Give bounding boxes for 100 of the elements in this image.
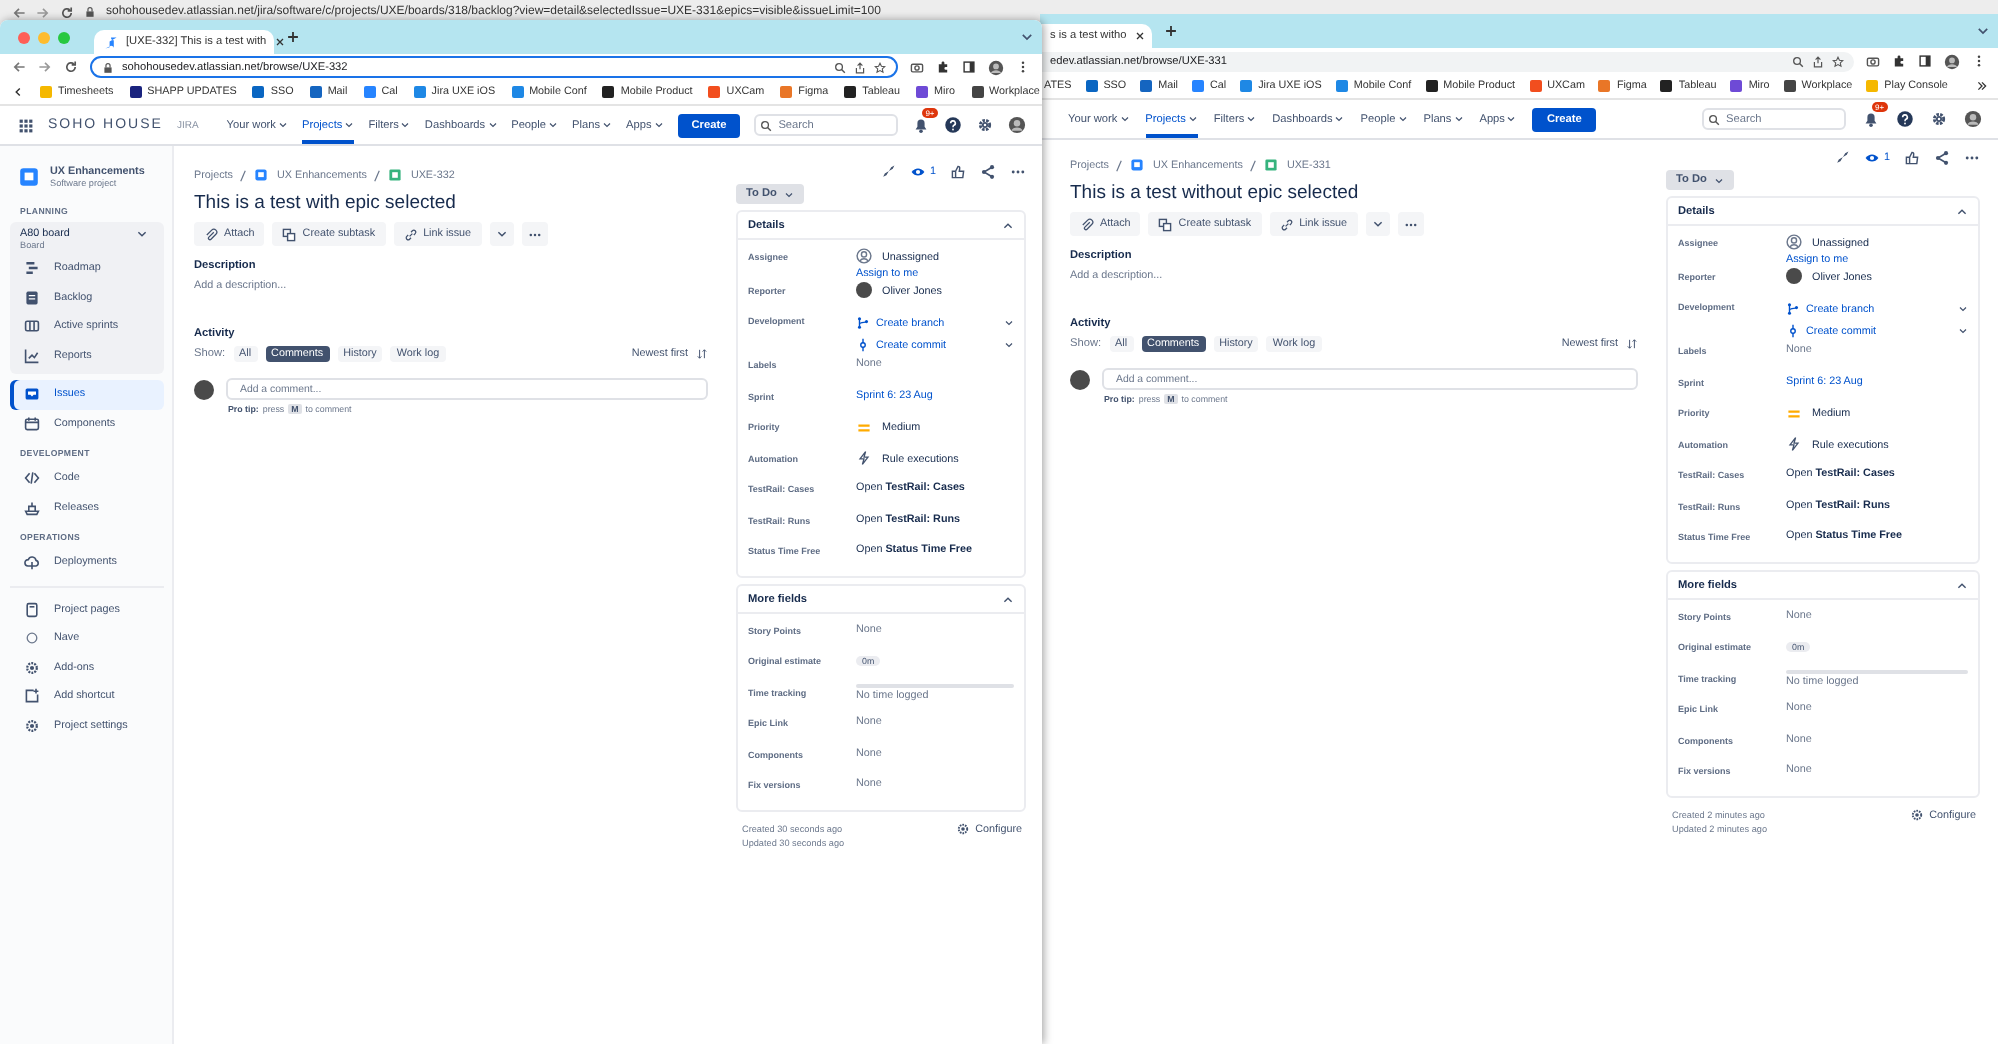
caret-icon[interactable] bbox=[1004, 339, 1014, 349]
commit-icon bbox=[856, 337, 870, 351]
bookmark-icon bbox=[602, 86, 615, 98]
collapse-icon[interactable] bbox=[1956, 579, 1968, 591]
reload-icon[interactable] bbox=[60, 5, 74, 19]
share-icon[interactable] bbox=[1934, 150, 1950, 166]
caret-icon bbox=[1371, 218, 1384, 230]
help-icon[interactable] bbox=[944, 116, 963, 134]
caret-icon bbox=[1453, 114, 1464, 124]
profile-avatar[interactable] bbox=[1944, 53, 1960, 69]
back-icon[interactable] bbox=[12, 60, 26, 74]
caret-icon[interactable] bbox=[1004, 317, 1014, 327]
tray-icon bbox=[24, 386, 40, 403]
bookmark-icon bbox=[708, 86, 721, 98]
collapse-icon[interactable] bbox=[1002, 219, 1014, 231]
bookmark-icon bbox=[1660, 80, 1673, 92]
user-avatar bbox=[1070, 369, 1090, 389]
settings-icon bbox=[24, 717, 40, 734]
caret-icon[interactable] bbox=[1958, 325, 1968, 335]
back-icon[interactable] bbox=[12, 5, 26, 19]
side-panel-icon[interactable] bbox=[1918, 54, 1932, 68]
settings-icon[interactable] bbox=[1930, 110, 1948, 128]
bookmark-icon bbox=[844, 86, 857, 98]
more-icon[interactable] bbox=[1972, 54, 1986, 68]
bookmark-icon bbox=[1730, 80, 1743, 92]
chevron-icon[interactable] bbox=[12, 86, 24, 98]
share-icon[interactable] bbox=[980, 164, 996, 180]
caret-icon bbox=[487, 120, 498, 130]
commit-icon bbox=[1786, 323, 1800, 337]
camera-icon[interactable] bbox=[1866, 54, 1880, 68]
search-icon[interactable] bbox=[1792, 55, 1804, 67]
more-actions-dropdown[interactable] bbox=[1365, 212, 1390, 236]
issue-title[interactable]: This is a test with epic selected bbox=[194, 192, 708, 214]
link-icon bbox=[403, 227, 418, 241]
caret-icon bbox=[277, 120, 288, 130]
user-avatar[interactable] bbox=[1008, 116, 1027, 134]
roadmap-icon bbox=[24, 260, 40, 277]
thumbs-up-icon[interactable] bbox=[950, 164, 966, 180]
search-icon bbox=[760, 119, 773, 131]
settings-icon[interactable] bbox=[976, 116, 995, 134]
person-icon bbox=[1786, 234, 1802, 250]
story-icon bbox=[1264, 158, 1279, 172]
more-actions-dropdown[interactable] bbox=[489, 222, 514, 246]
more-bookmarks-icon[interactable] bbox=[1975, 80, 1988, 92]
new-tab-icon[interactable] bbox=[286, 30, 300, 44]
caret-icon bbox=[1246, 114, 1257, 124]
bookmark-icon bbox=[1240, 80, 1253, 92]
breadcrumb-separator-icon bbox=[240, 169, 247, 181]
profile-avatar[interactable] bbox=[988, 59, 1004, 75]
sort-icon[interactable] bbox=[696, 348, 708, 360]
thumbs-up-icon[interactable] bbox=[1904, 150, 1920, 166]
bookmark-icon bbox=[1866, 80, 1879, 92]
more-icon[interactable] bbox=[1016, 60, 1030, 74]
caret-icon bbox=[548, 120, 559, 130]
tab-list-icon[interactable] bbox=[1020, 30, 1034, 44]
subtask-icon bbox=[282, 227, 297, 241]
app-switcher-icon[interactable] bbox=[18, 117, 34, 133]
sort-icon[interactable] bbox=[1626, 338, 1638, 350]
caret-icon bbox=[495, 228, 508, 240]
extensions-icon[interactable] bbox=[936, 60, 950, 74]
search-icon[interactable] bbox=[834, 61, 846, 73]
help-icon[interactable] bbox=[1896, 110, 1914, 128]
bookmark-icon bbox=[511, 86, 524, 98]
close-icon[interactable] bbox=[1134, 30, 1147, 42]
paperclip-icon bbox=[1080, 217, 1094, 231]
issue-title[interactable]: This is a test without epic selected bbox=[1070, 182, 1638, 204]
bookmark-icon bbox=[1529, 80, 1542, 92]
share-icon[interactable] bbox=[1812, 55, 1824, 67]
close-icon[interactable] bbox=[274, 36, 287, 48]
share-icon[interactable] bbox=[854, 61, 866, 73]
bookmark-icon bbox=[1783, 80, 1796, 92]
caret-icon bbox=[1187, 114, 1198, 124]
bookmark-icon bbox=[413, 86, 426, 98]
bookmark-icon bbox=[1425, 80, 1438, 92]
caret-icon bbox=[1119, 114, 1130, 124]
caret-icon bbox=[1714, 175, 1725, 185]
tab-list-icon[interactable] bbox=[1976, 24, 1990, 38]
bookmark-icon bbox=[916, 86, 929, 98]
camera-icon[interactable] bbox=[910, 60, 924, 74]
notifications-icon[interactable] bbox=[1862, 110, 1880, 128]
bookmark-icon bbox=[1335, 80, 1348, 92]
reload-icon[interactable] bbox=[64, 60, 78, 74]
side-panel-icon[interactable] bbox=[962, 60, 976, 74]
gear-icon bbox=[24, 659, 40, 676]
bookmark-icon bbox=[363, 86, 376, 98]
project-icon bbox=[1130, 158, 1145, 172]
star-icon[interactable] bbox=[1832, 55, 1844, 67]
cloud-icon bbox=[24, 554, 40, 571]
forward-icon[interactable] bbox=[38, 60, 52, 74]
caret-icon[interactable] bbox=[1958, 303, 1968, 313]
project-icon bbox=[254, 168, 269, 182]
notifications-icon[interactable] bbox=[912, 116, 931, 134]
extensions-icon[interactable] bbox=[1892, 54, 1906, 68]
bolt-icon bbox=[1786, 436, 1802, 452]
collapse-icon[interactable] bbox=[1956, 205, 1968, 217]
user-avatar[interactable] bbox=[1964, 110, 1982, 128]
chart-icon bbox=[24, 347, 40, 364]
star-icon[interactable] bbox=[874, 61, 886, 73]
new-tab-icon[interactable] bbox=[1164, 24, 1178, 38]
collapse-icon[interactable] bbox=[1002, 593, 1014, 605]
